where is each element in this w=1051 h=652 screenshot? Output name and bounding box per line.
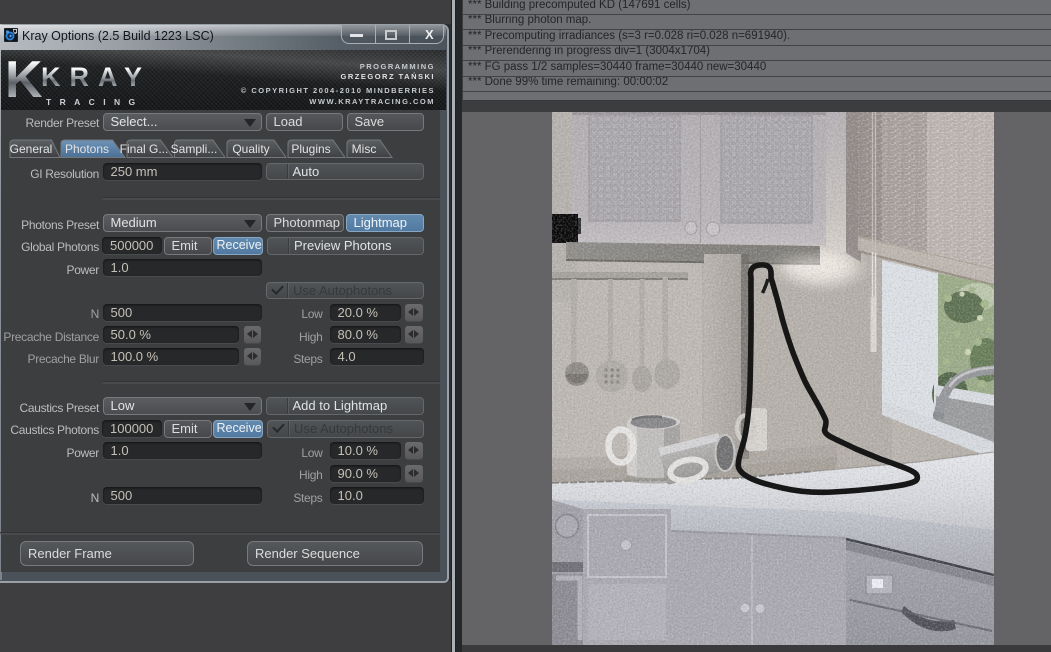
svg-text:Misc: Misc	[352, 142, 377, 156]
svg-text:Quality: Quality	[232, 142, 269, 156]
svg-text:Sampli...: Sampli...	[171, 142, 218, 156]
svg-text:Photons: Photons	[65, 142, 109, 156]
svg-text:Plugins: Plugins	[291, 142, 330, 156]
svg-text:General: General	[10, 142, 53, 156]
svg-text:Final G...: Final G...	[120, 142, 169, 156]
